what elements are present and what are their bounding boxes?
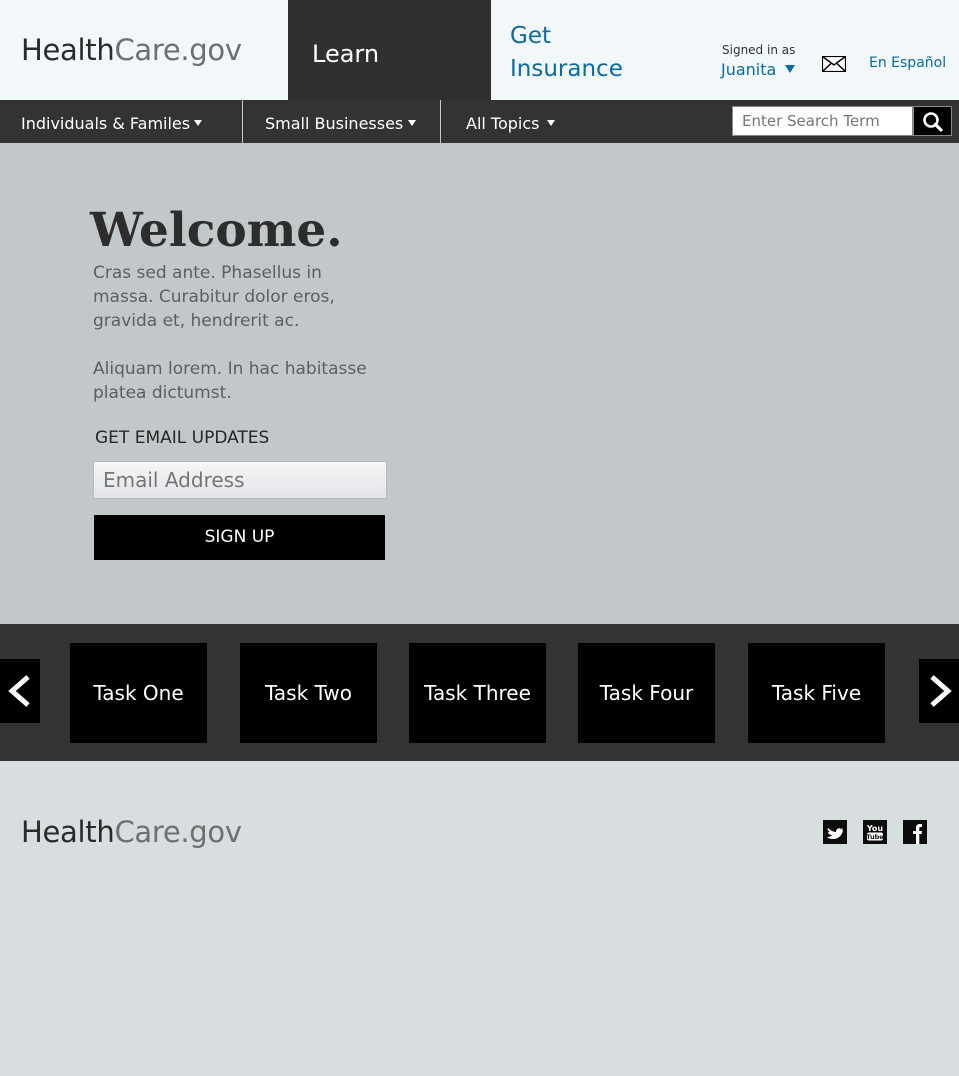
tab-learn-label: Learn: [312, 40, 380, 68]
search-input[interactable]: [732, 106, 913, 136]
task-card[interactable]: Task Two: [240, 643, 377, 743]
carousel-next-button[interactable]: [919, 659, 959, 723]
search-icon: [923, 112, 943, 132]
youtube-icon[interactable]: You Tube: [863, 820, 887, 844]
email-updates-heading: GET EMAIL UPDATES: [95, 428, 270, 448]
nav-all-topics[interactable]: All Topics: [441, 100, 581, 143]
sign-up-button[interactable]: SIGN UP: [94, 515, 385, 560]
footer-logo[interactable]: HealthCare.gov: [21, 815, 242, 849]
nav-small-businesses[interactable]: Small Businesses: [243, 100, 440, 143]
tab-learn[interactable]: Learn: [288, 0, 491, 100]
dropdown-arrow-icon: [408, 120, 416, 126]
site-logo[interactable]: HealthCare.gov: [21, 33, 242, 67]
svg-text:You: You: [866, 824, 884, 833]
site-footer: [0, 761, 959, 1076]
espanol-link[interactable]: En Español: [869, 55, 946, 71]
email-field[interactable]: [93, 461, 387, 499]
task-card[interactable]: Task Four: [578, 643, 715, 743]
carousel-prev-button[interactable]: [0, 659, 40, 723]
username: Juanita: [721, 60, 777, 79]
nav-item-label: Individuals & Familes: [21, 114, 191, 133]
dropdown-arrow-icon: [547, 120, 555, 126]
search-button[interactable]: [913, 106, 952, 136]
caret-down-icon: [785, 65, 796, 73]
page-title: Welcome.: [90, 203, 343, 258]
mail-icon[interactable]: [822, 56, 846, 72]
twitter-icon[interactable]: [823, 820, 847, 844]
intro-paragraph-2: Aliquam lorem. In hac habitasse platea d…: [93, 359, 367, 403]
task-card[interactable]: Task One: [70, 643, 207, 743]
intro-paragraph: Cras sed ante. Phasellus in massa. Curab…: [93, 263, 335, 331]
task-card[interactable]: Task Three: [409, 643, 546, 743]
chevron-left-icon: [8, 675, 30, 707]
signed-in-label: Signed in as: [722, 43, 796, 57]
tab-get-insurance[interactable]: Get Insurance: [510, 20, 660, 86]
chevron-right-icon: [930, 675, 952, 707]
task-card[interactable]: Task Five: [748, 643, 885, 743]
nav-item-label: Small Businesses: [265, 114, 404, 133]
nav-individuals-families[interactable]: Individuals & Familes: [0, 100, 242, 143]
site-header: HealthCare.gov Learn Get Insurance Signe…: [0, 0, 959, 100]
svg-text:Tube: Tube: [866, 833, 884, 841]
facebook-icon[interactable]: [903, 820, 927, 844]
user-menu[interactable]: Juanita: [721, 60, 796, 79]
dropdown-arrow-icon: [194, 120, 202, 126]
nav-item-label: All Topics: [466, 114, 540, 133]
